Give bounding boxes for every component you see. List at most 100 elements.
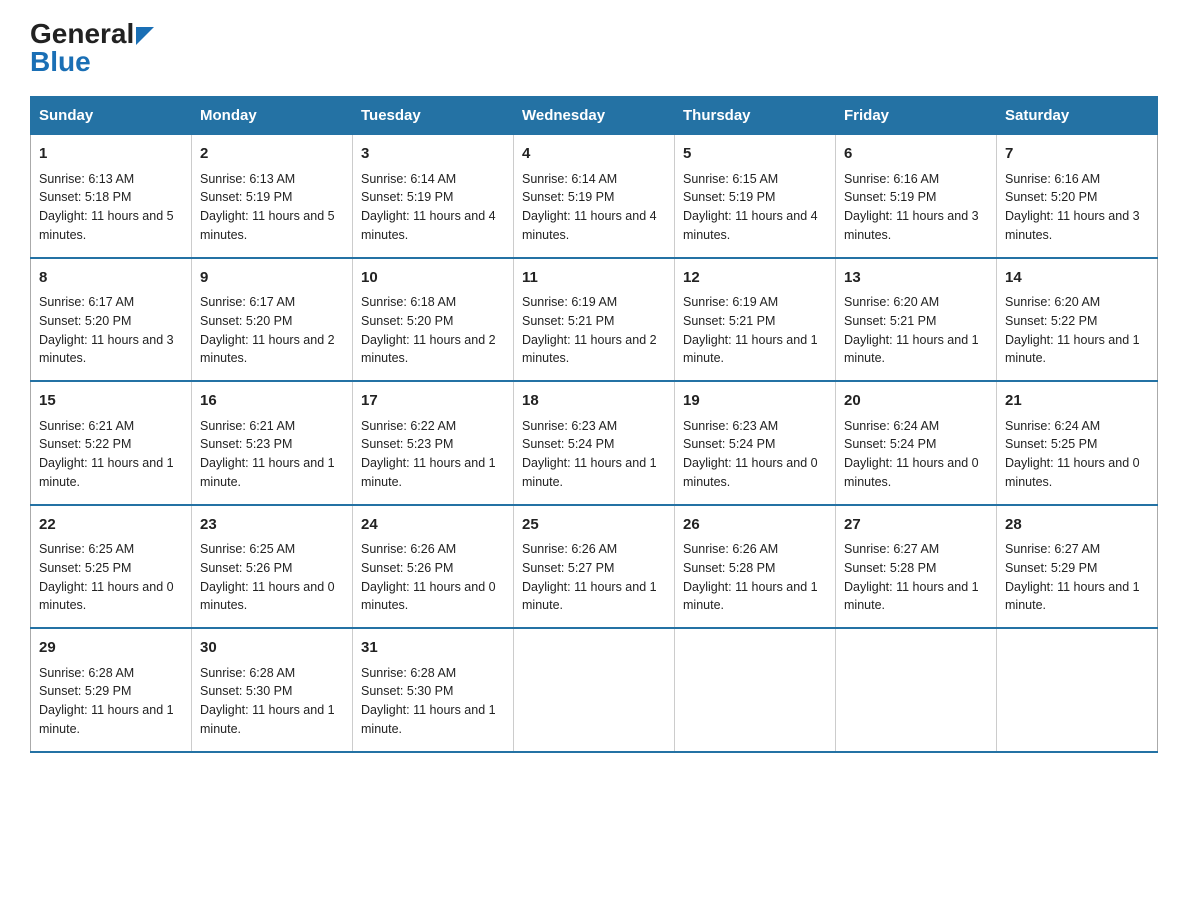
day-info: Sunrise: 6:19 AMSunset: 5:21 PMDaylight:… bbox=[683, 293, 827, 368]
col-tuesday: Tuesday bbox=[353, 97, 514, 135]
day-info: Sunrise: 6:16 AMSunset: 5:20 PMDaylight:… bbox=[1005, 170, 1149, 245]
day-info: Sunrise: 6:21 AMSunset: 5:22 PMDaylight:… bbox=[39, 417, 183, 492]
table-row: 1Sunrise: 6:13 AMSunset: 5:18 PMDaylight… bbox=[31, 135, 192, 258]
day-info: Sunrise: 6:26 AMSunset: 5:28 PMDaylight:… bbox=[683, 540, 827, 615]
day-info: Sunrise: 6:27 AMSunset: 5:29 PMDaylight:… bbox=[1005, 540, 1149, 615]
day-number: 16 bbox=[200, 390, 344, 413]
table-row: 4Sunrise: 6:14 AMSunset: 5:19 PMDaylight… bbox=[514, 135, 675, 258]
table-row: 17 Sunrise: 6:22 AMSunset: 5:23 PMDayligh… bbox=[353, 381, 514, 505]
day-info: Sunrise: 6:15 AMSunset: 5:19 PMDaylight:… bbox=[683, 170, 827, 245]
day-info: Sunrise: 6:28 AMSunset: 5:30 PMDaylight:… bbox=[200, 664, 344, 739]
table-row: 30 Sunrise: 6:28 AMSunset: 5:30 PMDayligh… bbox=[192, 628, 353, 752]
col-monday: Monday bbox=[192, 97, 353, 135]
day-info: Sunrise: 6:24 AMSunset: 5:24 PMDaylight:… bbox=[844, 417, 988, 492]
day-info: Sunrise: 6:23 AMSunset: 5:24 PMDaylight:… bbox=[522, 417, 666, 492]
day-number: 30 bbox=[200, 637, 344, 660]
table-row: 28Sunrise: 6:27 AMSunset: 5:29 PMDayligh… bbox=[997, 505, 1158, 629]
table-row: 14 Sunrise: 6:20 AMSunset: 5:22 PMDayligh… bbox=[997, 258, 1158, 382]
col-saturday: Saturday bbox=[997, 97, 1158, 135]
day-info: Sunrise: 6:27 AMSunset: 5:28 PMDaylight:… bbox=[844, 540, 988, 615]
table-row: 31 Sunrise: 6:28 AMSunset: 5:30 PMDayligh… bbox=[353, 628, 514, 752]
page-header: General Blue bbox=[30, 20, 1158, 76]
table-row: 3 Sunrise: 6:14 AMSunset: 5:19 PMDaylight… bbox=[353, 135, 514, 258]
day-info: Sunrise: 6:19 AMSunset: 5:21 PMDaylight:… bbox=[522, 293, 666, 368]
table-row: 2Sunrise: 6:13 AMSunset: 5:19 PMDaylight… bbox=[192, 135, 353, 258]
col-thursday: Thursday bbox=[675, 97, 836, 135]
day-info: Sunrise: 6:18 AMSunset: 5:20 PMDaylight:… bbox=[361, 293, 505, 368]
day-number: 31 bbox=[361, 637, 505, 660]
day-info: Sunrise: 6:17 AMSunset: 5:20 PMDaylight:… bbox=[39, 293, 183, 368]
day-number: 23 bbox=[200, 514, 344, 537]
table-row: 23 Sunrise: 6:25 AMSunset: 5:26 PMDayligh… bbox=[192, 505, 353, 629]
calendar-week-row: 22Sunrise: 6:25 AMSunset: 5:25 PMDayligh… bbox=[31, 505, 1158, 629]
table-row bbox=[514, 628, 675, 752]
table-row: 8 Sunrise: 6:17 AMSunset: 5:20 PMDaylight… bbox=[31, 258, 192, 382]
day-info: Sunrise: 6:14 AMSunset: 5:19 PMDaylight:… bbox=[361, 170, 505, 245]
calendar-header-row: Sunday Monday Tuesday Wednesday Thursday… bbox=[31, 97, 1158, 135]
table-row bbox=[675, 628, 836, 752]
day-number: 2 bbox=[200, 143, 344, 166]
table-row: 20 Sunrise: 6:24 AMSunset: 5:24 PMDayligh… bbox=[836, 381, 997, 505]
day-number: 3 bbox=[361, 143, 505, 166]
day-info: Sunrise: 6:20 AMSunset: 5:21 PMDaylight:… bbox=[844, 293, 988, 368]
day-number: 11 bbox=[522, 267, 666, 290]
day-info: Sunrise: 6:24 AMSunset: 5:25 PMDaylight:… bbox=[1005, 417, 1149, 492]
day-info: Sunrise: 6:17 AMSunset: 5:20 PMDaylight:… bbox=[200, 293, 344, 368]
calendar-week-row: 8 Sunrise: 6:17 AMSunset: 5:20 PMDaylight… bbox=[31, 258, 1158, 382]
day-number: 29 bbox=[39, 637, 183, 660]
day-number: 7 bbox=[1005, 143, 1149, 166]
day-number: 9 bbox=[200, 267, 344, 290]
table-row: 16Sunrise: 6:21 AMSunset: 5:23 PMDayligh… bbox=[192, 381, 353, 505]
table-row: 24Sunrise: 6:26 AMSunset: 5:26 PMDayligh… bbox=[353, 505, 514, 629]
day-info: Sunrise: 6:28 AMSunset: 5:29 PMDaylight:… bbox=[39, 664, 183, 739]
table-row: 15 Sunrise: 6:21 AMSunset: 5:22 PMDayligh… bbox=[31, 381, 192, 505]
calendar-table: Sunday Monday Tuesday Wednesday Thursday… bbox=[30, 96, 1158, 753]
day-info: Sunrise: 6:16 AMSunset: 5:19 PMDaylight:… bbox=[844, 170, 988, 245]
table-row: 29 Sunrise: 6:28 AMSunset: 5:29 PMDayligh… bbox=[31, 628, 192, 752]
day-number: 8 bbox=[39, 267, 183, 290]
col-friday: Friday bbox=[836, 97, 997, 135]
table-row: 18 Sunrise: 6:23 AMSunset: 5:24 PMDayligh… bbox=[514, 381, 675, 505]
table-row bbox=[836, 628, 997, 752]
day-number: 20 bbox=[844, 390, 988, 413]
day-number: 12 bbox=[683, 267, 827, 290]
logo-blue: Blue bbox=[30, 48, 91, 76]
day-info: Sunrise: 6:25 AMSunset: 5:25 PMDaylight:… bbox=[39, 540, 183, 615]
table-row: 27 Sunrise: 6:27 AMSunset: 5:28 PMDayligh… bbox=[836, 505, 997, 629]
day-info: Sunrise: 6:26 AMSunset: 5:27 PMDaylight:… bbox=[522, 540, 666, 615]
day-number: 21 bbox=[1005, 390, 1149, 413]
day-number: 14 bbox=[1005, 267, 1149, 290]
day-info: Sunrise: 6:22 AMSunset: 5:23 PMDaylight:… bbox=[361, 417, 505, 492]
day-info: Sunrise: 6:25 AMSunset: 5:26 PMDaylight:… bbox=[200, 540, 344, 615]
table-row: 9 Sunrise: 6:17 AMSunset: 5:20 PMDaylight… bbox=[192, 258, 353, 382]
day-number: 19 bbox=[683, 390, 827, 413]
day-number: 10 bbox=[361, 267, 505, 290]
col-sunday: Sunday bbox=[31, 97, 192, 135]
table-row: 19 Sunrise: 6:23 AMSunset: 5:24 PMDayligh… bbox=[675, 381, 836, 505]
day-number: 27 bbox=[844, 514, 988, 537]
day-number: 17 bbox=[361, 390, 505, 413]
day-info: Sunrise: 6:20 AMSunset: 5:22 PMDaylight:… bbox=[1005, 293, 1149, 368]
day-number: 26 bbox=[683, 514, 827, 537]
day-number: 18 bbox=[522, 390, 666, 413]
day-number: 24 bbox=[361, 514, 505, 537]
day-info: Sunrise: 6:23 AMSunset: 5:24 PMDaylight:… bbox=[683, 417, 827, 492]
day-info: Sunrise: 6:28 AMSunset: 5:30 PMDaylight:… bbox=[361, 664, 505, 739]
day-info: Sunrise: 6:14 AMSunset: 5:19 PMDaylight:… bbox=[522, 170, 666, 245]
table-row: 13Sunrise: 6:20 AMSunset: 5:21 PMDayligh… bbox=[836, 258, 997, 382]
table-row: 5Sunrise: 6:15 AMSunset: 5:19 PMDaylight… bbox=[675, 135, 836, 258]
day-number: 25 bbox=[522, 514, 666, 537]
calendar-week-row: 1Sunrise: 6:13 AMSunset: 5:18 PMDaylight… bbox=[31, 135, 1158, 258]
table-row: 6 Sunrise: 6:16 AMSunset: 5:19 PMDaylight… bbox=[836, 135, 997, 258]
table-row bbox=[997, 628, 1158, 752]
table-row: 21 Sunrise: 6:24 AMSunset: 5:25 PMDayligh… bbox=[997, 381, 1158, 505]
logo: General Blue bbox=[30, 20, 154, 76]
day-number: 6 bbox=[844, 143, 988, 166]
calendar-week-row: 29 Sunrise: 6:28 AMSunset: 5:29 PMDayligh… bbox=[31, 628, 1158, 752]
table-row: 7 Sunrise: 6:16 AMSunset: 5:20 PMDaylight… bbox=[997, 135, 1158, 258]
calendar-week-row: 15 Sunrise: 6:21 AMSunset: 5:22 PMDayligh… bbox=[31, 381, 1158, 505]
day-number: 15 bbox=[39, 390, 183, 413]
col-wednesday: Wednesday bbox=[514, 97, 675, 135]
table-row: 12 Sunrise: 6:19 AMSunset: 5:21 PMDayligh… bbox=[675, 258, 836, 382]
table-row: 22Sunrise: 6:25 AMSunset: 5:25 PMDayligh… bbox=[31, 505, 192, 629]
